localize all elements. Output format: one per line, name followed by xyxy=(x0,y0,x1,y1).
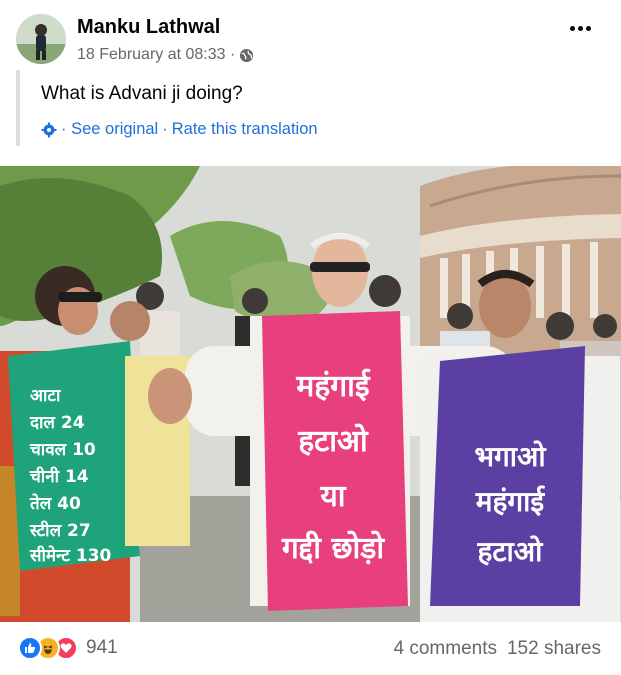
translation-quote-bar xyxy=(16,70,20,146)
reactions-summary[interactable]: 941 xyxy=(18,636,118,660)
post-footer: 941 4 comments 152 shares xyxy=(0,622,621,675)
price-line-5: तेल 40 xyxy=(29,493,81,514)
post-meta: 18 February at 08:33 · xyxy=(77,46,254,64)
post-header: Manku Lathwal 18 February at 08:33 · xyxy=(0,0,621,70)
see-original-link[interactable]: · See original xyxy=(61,120,158,139)
right-sign-line-3: हटाओ xyxy=(477,535,544,568)
rate-translation-link[interactable]: Rate this translation xyxy=(172,120,318,139)
more-options-icon[interactable] xyxy=(570,26,591,31)
post-stats: 4 comments 152 shares xyxy=(394,638,602,660)
right-sign-line-1: भगाओ xyxy=(474,440,547,473)
price-line-2: दाल 24 xyxy=(29,413,85,433)
post-text: What is Advani ji doing? xyxy=(41,83,243,104)
avatar[interactable] xyxy=(16,14,66,64)
center-sign-line-2: हटाओ xyxy=(297,423,369,459)
center-sign-line-3: या xyxy=(319,479,346,514)
right-sign: भगाओ महंगाई हटाओ xyxy=(430,346,585,606)
left-price-sign: आटा दाल 24 चावल 10 चीनी 14 तेल 40 स्टील … xyxy=(8,341,140,571)
reaction-count[interactable]: 941 xyxy=(86,637,118,659)
price-line-4: चीनी 14 xyxy=(29,466,89,487)
translation-separator: · xyxy=(162,120,168,138)
price-line-6: स्टील 27 xyxy=(29,520,91,541)
price-line-7: सीमेन्ट 130 xyxy=(29,545,112,566)
right-sign-line-2: महंगाई xyxy=(475,485,546,518)
shares-count[interactable]: 152 shares xyxy=(507,638,601,660)
price-line-3: चावल 10 xyxy=(29,440,96,460)
translation-row: · See original · Rate this translation xyxy=(41,120,318,139)
center-sign-line-1: महंगाई xyxy=(295,368,371,404)
post-photo[interactable]: आटा दाल 24 चावल 10 चीनी 14 तेल 40 स्टील … xyxy=(0,166,621,622)
price-line-1: आटा xyxy=(30,386,61,406)
comments-count[interactable]: 4 comments xyxy=(394,638,497,660)
gear-icon xyxy=(41,122,57,137)
like-icon xyxy=(18,636,42,660)
globe-icon xyxy=(240,48,254,62)
center-sign: महंगाई हटाओ या गद्दी छोड़ो xyxy=(262,311,408,611)
timestamp[interactable]: 18 February at 08:33 · xyxy=(77,46,235,64)
center-sign-line-4: गद्दी छोड़ो xyxy=(281,530,385,566)
author-name[interactable]: Manku Lathwal xyxy=(77,16,220,39)
